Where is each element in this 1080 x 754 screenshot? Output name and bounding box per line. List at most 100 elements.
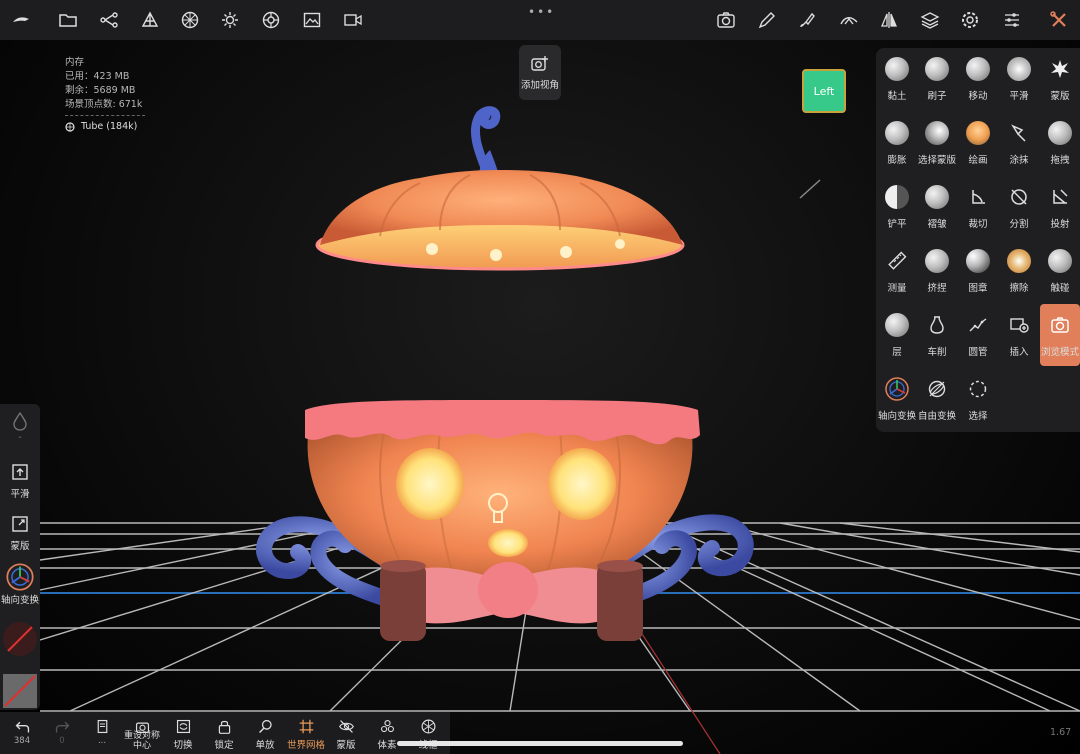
pinch-brush-icon [924, 248, 950, 274]
video-icon[interactable] [340, 8, 366, 32]
crease-brush-icon [924, 184, 950, 210]
redo-icon [55, 721, 69, 733]
tool-project[interactable]: 投射 [1040, 176, 1080, 238]
tool-select[interactable]: 选择 [958, 368, 998, 430]
tool-inflate[interactable]: 膨胀 [877, 112, 917, 174]
folder-icon[interactable] [55, 8, 81, 32]
tool-layer[interactable]: 层 [877, 304, 917, 366]
tool-free-transform[interactable]: 自由变换 [917, 368, 957, 430]
project-icon [1047, 184, 1073, 210]
memory-title: 内存 [65, 57, 85, 68]
gear-icon[interactable] [957, 8, 983, 32]
paint-icon[interactable] [795, 8, 821, 32]
tool-browse-mode[interactable]: 浏览模式 [1040, 304, 1080, 366]
tool-insert[interactable]: 插入 [999, 304, 1039, 366]
memory-used: 已用：423 MB [65, 71, 130, 82]
quick-mask-button[interactable]: 蒙版 [0, 514, 40, 552]
topology-icon[interactable] [177, 8, 203, 32]
tool-measure[interactable]: 测量 [877, 240, 917, 302]
pen-icon[interactable] [754, 8, 780, 32]
mesh-icon[interactable] [137, 8, 163, 32]
layers-icon[interactable] [917, 8, 943, 32]
tool-pinch[interactable]: 挤捏 [917, 240, 957, 302]
select-icon [965, 376, 991, 402]
drop-tool[interactable]: - [0, 410, 40, 443]
clay-brush-icon [884, 56, 910, 82]
pumpkin-base [380, 560, 643, 641]
redo-button[interactable]: 0 [40, 718, 84, 746]
tool-paint[interactable]: 绘画 [958, 112, 998, 174]
nomad-logo-icon[interactable] [8, 8, 34, 32]
selected-mesh[interactable]: Tube (184k) [65, 120, 145, 134]
wireframe-button[interactable]: 线框 [406, 718, 450, 751]
tool-stamp[interactable]: 图章 [958, 240, 998, 302]
brush-icon [924, 56, 950, 82]
grid-icon [299, 719, 313, 734]
wireframe-icon [421, 719, 435, 734]
tool-erase[interactable]: 擦除 [999, 240, 1039, 302]
add-view-button[interactable]: 添加视角 [519, 45, 561, 100]
eye-off-icon [338, 720, 354, 733]
bottom-toolbar: 384 0 ... 重设对称中心 切换 锁定 单放 世界网格 蒙版 体素 [0, 712, 450, 754]
tool-drag[interactable]: 拖拽 [1040, 112, 1080, 174]
split-icon [1006, 184, 1032, 210]
paint-brush-icon [965, 120, 991, 146]
redo-count: 0 [59, 736, 65, 746]
tool-trim[interactable]: 裁切 [958, 176, 998, 238]
stroke-icon[interactable] [836, 8, 862, 32]
tool-tube[interactable]: 圆管 [958, 304, 998, 366]
quick-gizmo-button[interactable]: 轴向变换 [0, 562, 40, 606]
tool-select-mask[interactable]: 选择蒙版 [917, 112, 957, 174]
view-cube[interactable]: Left [802, 69, 846, 113]
tools-icon[interactable] [1046, 8, 1072, 32]
gizmo-icon [6, 563, 34, 591]
light-icon[interactable] [217, 8, 243, 32]
tool-split[interactable]: 分割 [999, 176, 1039, 238]
stats-divider [65, 115, 145, 116]
color-swatch-primary[interactable] [0, 622, 40, 656]
tool-flatten[interactable]: 铲平 [877, 176, 917, 238]
more-dots[interactable]: ••• [528, 5, 555, 19]
toggle-button[interactable]: 切换 [161, 718, 205, 751]
voxel-icon [380, 719, 394, 733]
undo-button[interactable]: 384 [0, 718, 44, 746]
mask-visibility-button[interactable]: 蒙版 [324, 718, 368, 751]
menu-button[interactable]: ... [80, 718, 124, 746]
tool-crease[interactable]: 褶皱 [917, 176, 957, 238]
smooth-brush-icon [1006, 56, 1032, 82]
scene-vertices: 场景顶点数: 671k [65, 99, 143, 110]
tool-brush[interactable]: 刷子 [917, 48, 957, 110]
lock-button[interactable]: 锁定 [202, 718, 246, 751]
reset-symmetry-button[interactable]: 重设对称中心 [120, 718, 164, 751]
smooth-toggle-icon [12, 464, 28, 480]
color-swatch-secondary[interactable] [0, 674, 40, 708]
tool-smooth[interactable]: 平滑 [999, 48, 1039, 110]
add-camera-icon [531, 55, 548, 71]
home-indicator[interactable] [397, 741, 683, 746]
world-grid-button[interactable]: 世界网格 [284, 718, 328, 751]
sliders-icon[interactable] [999, 8, 1025, 32]
tool-gizmo[interactable]: 轴向变换 [877, 368, 917, 430]
tool-clay[interactable]: 黏土 [877, 48, 917, 110]
tool-tweak[interactable]: 触碰 [1040, 240, 1080, 302]
image-icon[interactable] [299, 8, 325, 32]
trim-icon [965, 184, 991, 210]
insert-icon [1006, 312, 1032, 338]
shading-icon[interactable] [258, 8, 284, 32]
version-label: 1.67 [1050, 727, 1072, 738]
stamp-icon [965, 248, 991, 274]
undo-icon [15, 721, 29, 733]
memory-stats: 内存 已用：423 MB 剩余：5689 MB 场景顶点数: 671k Tube… [65, 56, 145, 134]
tool-move[interactable]: 移动 [958, 48, 998, 110]
voxel-button[interactable]: 体素 [365, 718, 409, 751]
tool-smudge[interactable]: 涂抹 [999, 112, 1039, 174]
camera-icon[interactable] [713, 8, 739, 32]
quick-smooth-button[interactable]: 平滑 [0, 462, 40, 500]
scene-graph-icon[interactable] [96, 8, 122, 32]
single-view-button[interactable]: 单放 [243, 718, 287, 751]
free-transform-icon [924, 376, 950, 402]
tool-mask[interactable]: 蒙版 [1040, 48, 1080, 110]
symmetry-icon[interactable] [876, 8, 902, 32]
tool-lathe[interactable]: 车削 [917, 304, 957, 366]
flatten-brush-icon [884, 184, 910, 210]
